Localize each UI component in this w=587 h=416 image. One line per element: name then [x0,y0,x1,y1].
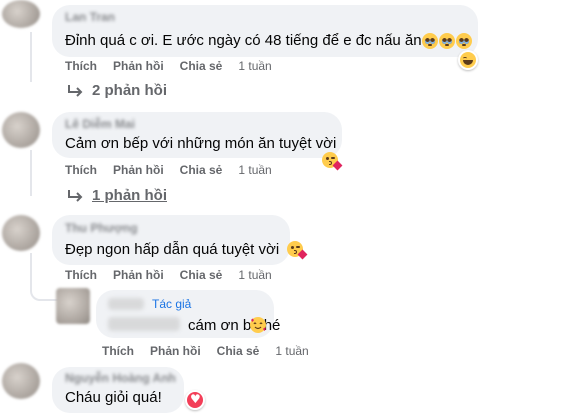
like-button[interactable]: Thích [102,344,134,358]
comment-bubble: Nguyễn Hoàng Anh Cháu giỏi quá! [52,367,184,413]
avatar[interactable] [2,112,40,148]
thread-line [30,150,60,196]
thread-line [30,253,58,301]
comment-bubble: Lê Diễm Mai Cảm ơn bếp với những món ăn … [52,112,342,158]
comment-bubble: Thu Phượng Đẹp ngon hấp dẫn quá tuyệt vờ… [52,215,290,265]
comment-author[interactable]: Nguyễn Hoàng Anh [65,371,176,385]
comment-author[interactable]: Thu Phượng [65,221,138,235]
view-replies-button[interactable]: 1 phản hồi [66,187,167,204]
reply-author[interactable] [108,298,144,310]
smiling-face-with-hearts-emoji [250,317,266,333]
reply-arrow-icon [66,84,84,98]
replies-count[interactable]: 2 phản hồi [92,82,167,99]
reply-author[interactable] [108,317,180,331]
reply-button[interactable]: Phản hồi [113,59,164,73]
comment-author[interactable]: Lan Tran [65,10,115,24]
like-button[interactable]: Thích [65,59,97,73]
avatar[interactable] [2,363,40,399]
comment-timestamp[interactable]: 1 tuần [238,268,271,282]
comment-actions: Thích Phản hồi Chia sẻ 1 tuần [65,163,272,177]
replies-count[interactable]: 1 phản hồi [92,187,167,204]
avatar[interactable] [2,215,40,251]
reply-text: cám ơn b nhé [188,317,281,334]
thread-line [30,32,58,82]
comment-text: Cháu giỏi quá! [65,389,162,406]
avatar[interactable] [56,288,90,324]
reply-bubble: Tác giả cám ơn b nhé [96,290,280,338]
share-button[interactable]: Chia sẻ [180,268,223,282]
like-button[interactable]: Thích [65,163,97,177]
comment-bubble: Lan Tran Đỉnh quá c ơi. E ước ngày có 48… [52,5,478,57]
view-replies-button[interactable]: 2 phản hồi [66,82,167,99]
reply-button[interactable]: Phản hồi [113,163,164,177]
love-reaction-icon[interactable] [185,390,205,410]
like-button[interactable]: Thích [65,268,97,282]
crying-face-emoji [439,33,455,49]
reply-actions: Thích Phản hồi Chia sẻ 1 tuần [102,344,309,358]
haha-reaction-icon[interactable] [458,50,478,70]
comment-text: Đẹp ngon hấp dẫn quá tuyệt vời [65,241,280,258]
comment-author[interactable]: Lê Diễm Mai [65,117,135,131]
reply-arrow-icon [66,189,84,203]
author-badge: Tác giả [152,297,192,311]
crying-face-emoji [456,33,472,49]
comment-text: Cảm ơn bếp với những món ăn tuyệt vời [65,135,337,152]
crying-face-emoji [422,33,438,49]
face-blowing-kiss-emoji [322,152,343,171]
reply-button[interactable]: Phản hồi [150,344,201,358]
comment-timestamp[interactable]: 1 tuần [238,59,271,73]
share-button[interactable]: Chia sẻ [180,59,223,73]
avatar[interactable] [2,0,40,28]
comment-actions: Thích Phản hồi Chia sẻ 1 tuần [65,59,272,73]
comment-text: Đỉnh quá c ơi. E ước ngày có 48 tiếng để… [65,32,422,49]
face-blowing-kiss-emoji [287,241,308,260]
comment-timestamp[interactable]: 1 tuần [238,163,271,177]
share-button[interactable]: Chia sẻ [180,163,223,177]
comment-text-content: Đỉnh quá c ơi. E ước ngày có 48 tiếng để… [65,32,422,49]
comment-timestamp[interactable]: 1 tuần [275,344,308,358]
share-button[interactable]: Chia sẻ [217,344,260,358]
reply-button[interactable]: Phản hồi [113,268,164,282]
comment-actions: Thích Phản hồi Chia sẻ 1 tuần [65,268,272,282]
